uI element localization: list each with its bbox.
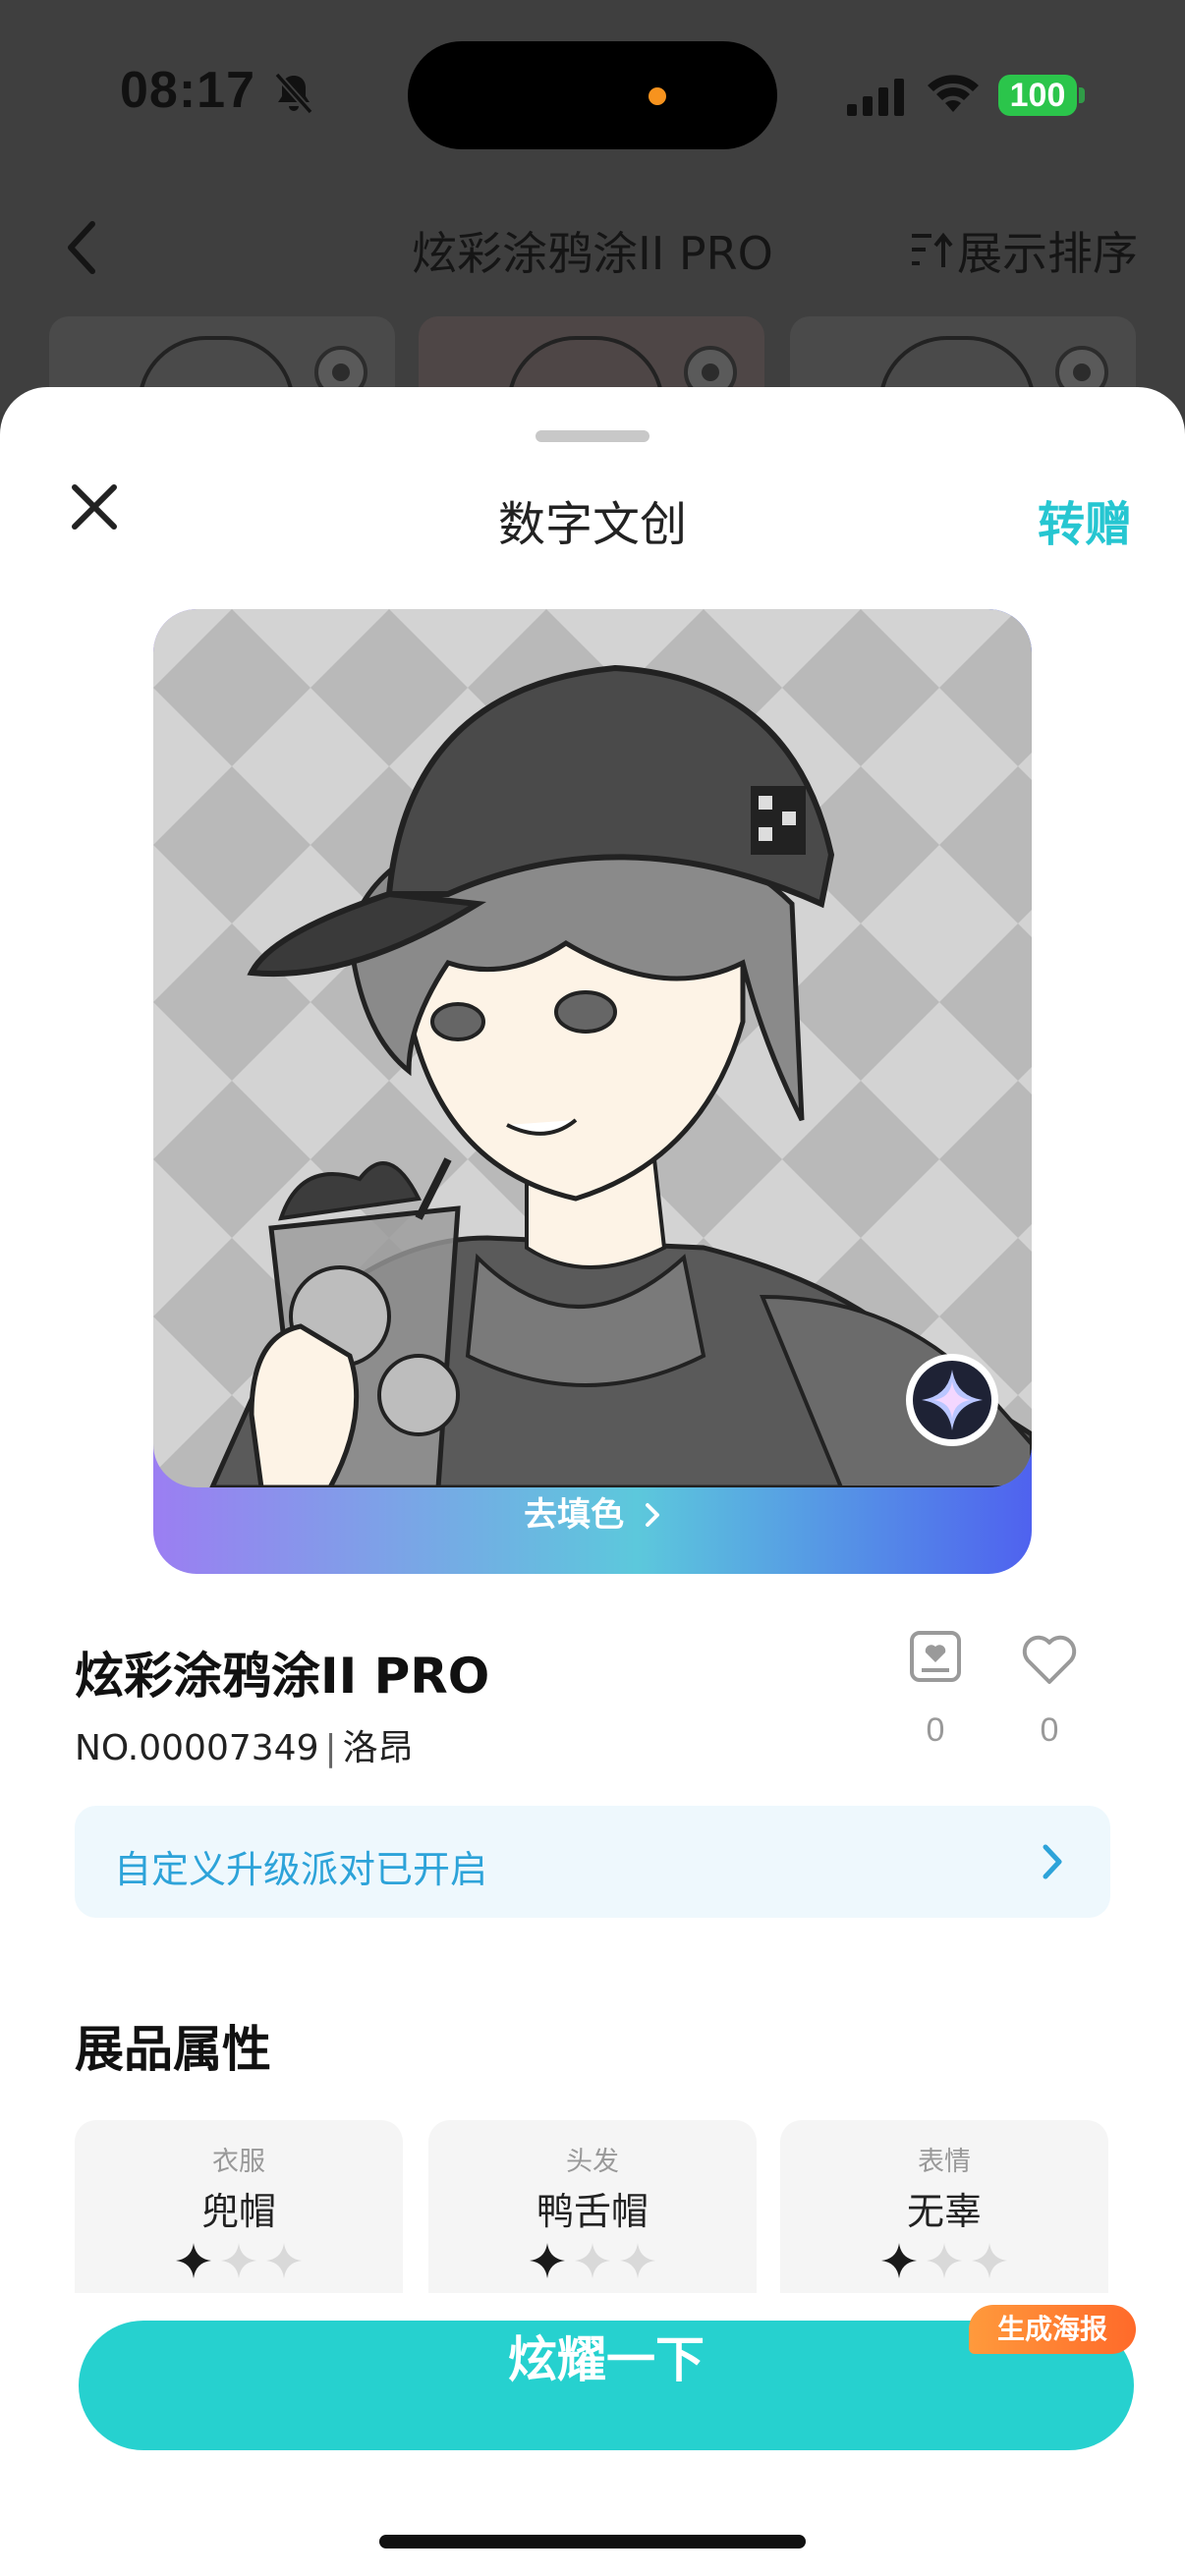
privacy-indicator <box>649 87 666 105</box>
star-empty-icon <box>266 2243 302 2278</box>
artwork-image <box>153 609 1032 1487</box>
attribute-value: 鸭舌帽 <box>536 2190 649 2233</box>
party-banner[interactable]: 自定义升级派对已开启 <box>75 1806 1110 1918</box>
home-indicator <box>379 2535 806 2548</box>
go-coloring-button[interactable]: 去填色 <box>153 1487 1032 1574</box>
star-empty-icon <box>575 2243 610 2278</box>
bell-slash-icon <box>274 72 313 115</box>
generate-poster-tag[interactable]: 生成海报 <box>969 2305 1136 2354</box>
like-count: 0 <box>1040 1711 1059 1749</box>
attribute-label: 头发 <box>566 2147 619 2177</box>
collect-count: 0 <box>926 1711 945 1749</box>
battery-tip <box>1079 87 1085 103</box>
attribute-rarity <box>75 2242 403 2283</box>
gift-button[interactable]: 转赠 <box>1038 485 1132 554</box>
sort-icon[interactable] <box>910 230 953 269</box>
attribute-card: 头发 鸭舌帽 <box>428 2120 757 2317</box>
attribute-card: 衣服 兜帽 <box>75 2120 403 2317</box>
attribute-value: 无辜 <box>906 2190 982 2233</box>
star-badge-icon <box>906 1354 998 1446</box>
attribute-card: 表情 无辜 <box>780 2120 1108 2317</box>
attribute-rarity <box>780 2242 1108 2283</box>
status-time: 08:17 <box>120 62 255 119</box>
signal-icon <box>847 79 904 116</box>
party-banner-text: 自定义升级派对已开启 <box>114 1848 488 1891</box>
artwork-card[interactable]: 去填色 <box>153 609 1032 1574</box>
star-filled-icon <box>176 2243 211 2278</box>
collect-icon[interactable] <box>908 1629 963 1684</box>
chevron-right-icon <box>645 1503 659 1527</box>
battery-indicator: 100 <box>998 75 1077 116</box>
dynamic-island <box>408 41 777 149</box>
attribute-rarity <box>428 2242 757 2283</box>
attribute-label: 表情 <box>918 2147 971 2177</box>
item-name: 炫彩涂鸦涂II PRO <box>75 1648 490 1705</box>
attributes-title: 展品属性 <box>75 2021 271 2078</box>
sheet-grabber[interactable] <box>536 430 649 442</box>
star-empty-icon <box>927 2243 962 2278</box>
wifi-icon <box>928 75 979 112</box>
star-empty-icon <box>972 2243 1007 2278</box>
go-coloring-label: 去填色 <box>524 1495 625 1535</box>
star-empty-icon <box>221 2243 256 2278</box>
background-page: 08:17 100 炫彩涂鸦涂II PRO 展示排序 <box>0 0 1185 434</box>
star-filled-icon <box>881 2243 917 2278</box>
item-owner[interactable]: 洛昂 <box>343 1728 414 1768</box>
chevron-right-icon <box>1043 1844 1062 1879</box>
star-empty-icon <box>620 2243 655 2278</box>
sheet-title: 数字文创 <box>497 497 687 552</box>
sort-button[interactable]: 展示排序 <box>957 218 1138 283</box>
item-number: NO.00007349 <box>75 1728 319 1768</box>
attribute-value: 兜帽 <box>200 2190 276 2233</box>
digital-collectible-sheet: 数字文创 转赠 去填色 炫彩涂鸦涂II PRO NO.00007349 | 洛昂… <box>0 387 1185 2576</box>
heart-icon[interactable] <box>1020 1631 1079 1686</box>
star-filled-icon <box>530 2243 565 2278</box>
attribute-label: 衣服 <box>212 2147 265 2177</box>
item-serial: NO.00007349 | 洛昂 <box>75 1719 414 1770</box>
item-separator: | <box>324 1728 337 1768</box>
